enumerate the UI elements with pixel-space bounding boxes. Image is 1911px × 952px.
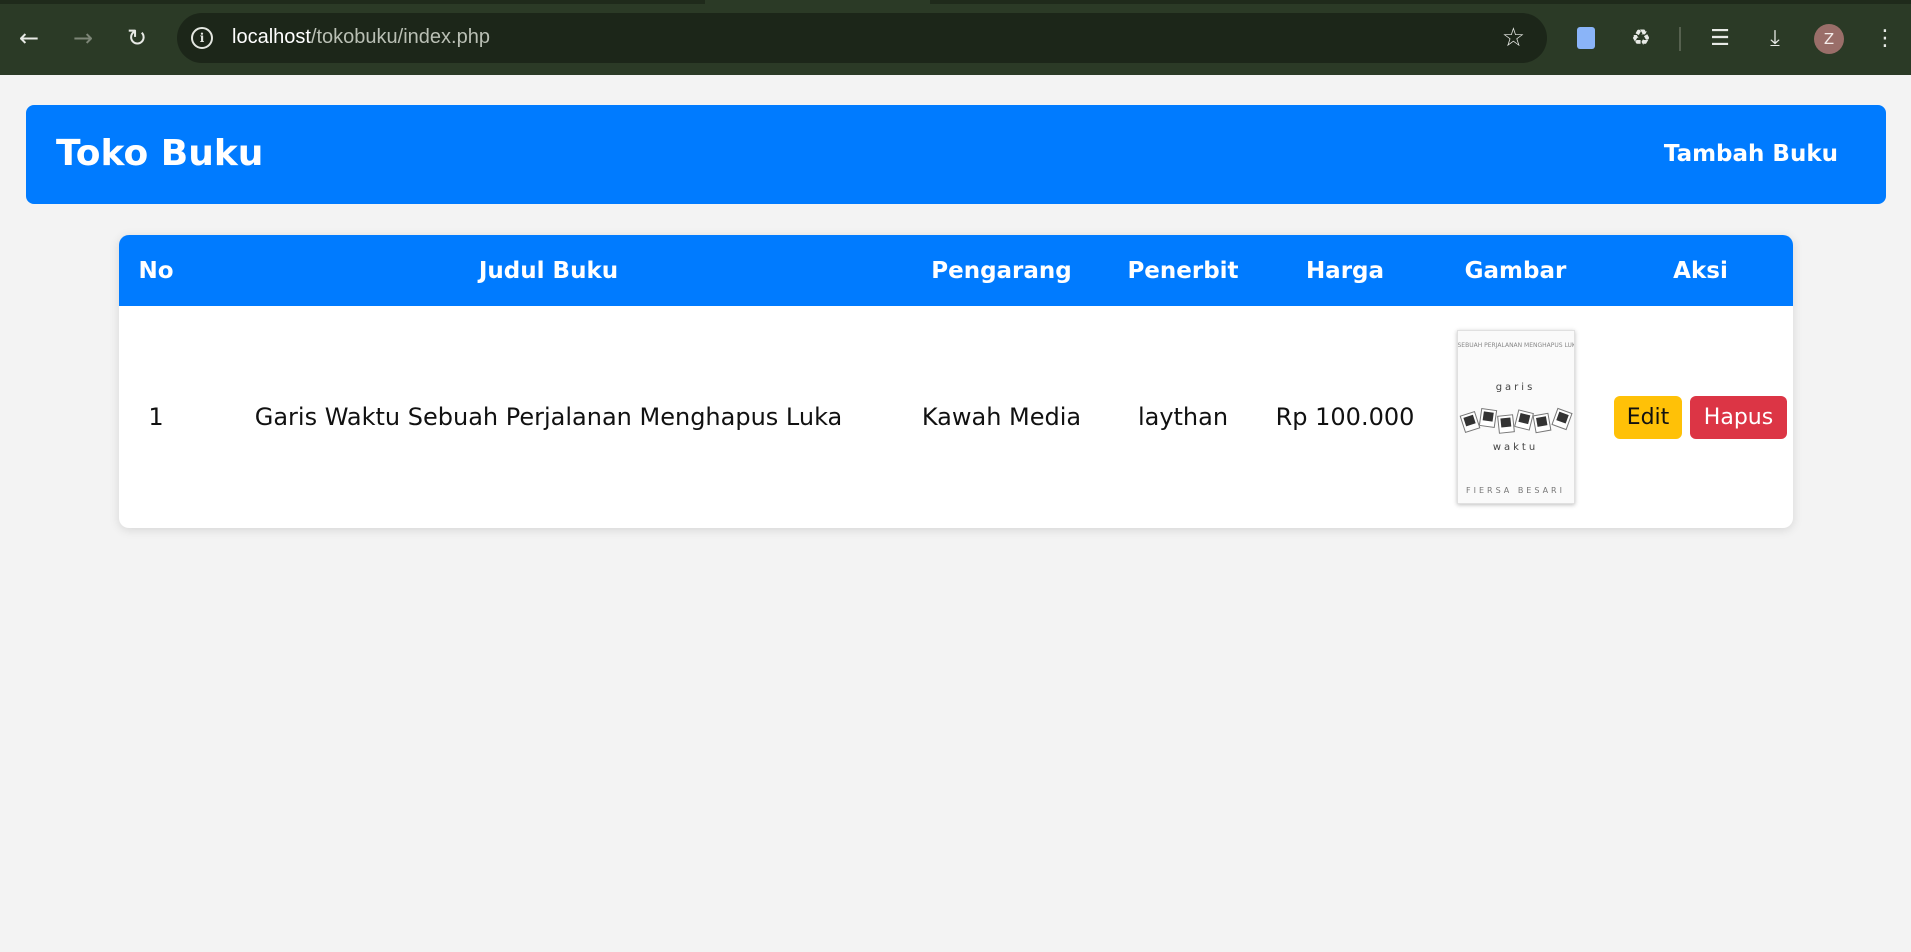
media-playlist-icon[interactable]: ☰ bbox=[1703, 21, 1737, 55]
cell-harga: Rp 100.000 bbox=[1275, 403, 1415, 431]
profile-avatar[interactable]: Z bbox=[1814, 24, 1844, 54]
cell-penerbit: laythan bbox=[1137, 403, 1229, 431]
column-header-aksi: Aksi bbox=[1673, 257, 1728, 284]
column-header-pengarang: Pengarang bbox=[931, 257, 1072, 284]
cover-word-1: garis bbox=[1495, 382, 1536, 393]
book-cover-image: SEBUAH PERJALANAN MENGHAPUS LUKA garis w… bbox=[1456, 330, 1575, 504]
column-header-harga: Harga bbox=[1305, 257, 1385, 284]
cover-word-2: waktu bbox=[1492, 442, 1539, 453]
site-title: Toko Buku bbox=[56, 133, 264, 174]
toolbar-divider bbox=[1679, 27, 1681, 51]
add-book-link[interactable]: Tambah Buku bbox=[1664, 141, 1838, 167]
reload-icon[interactable]: ↻ bbox=[120, 21, 154, 55]
cell-aksi: Edit Hapus bbox=[1608, 306, 1793, 528]
cover-photos bbox=[1458, 405, 1574, 437]
menu-kebab-icon[interactable]: ⋮ bbox=[1868, 21, 1902, 55]
cover-author: FIERSA BESARI bbox=[1466, 486, 1565, 495]
cell-no: 1 bbox=[148, 403, 164, 431]
download-icon[interactable]: ⤓ bbox=[1758, 21, 1792, 55]
cover-top-text: SEBUAH PERJALANAN MENGHAPUS LUKA bbox=[1457, 342, 1575, 349]
url-text[interactable]: localhost/tokobuku/index.php bbox=[232, 26, 490, 49]
tab-strip bbox=[0, 0, 1911, 4]
books-table: No Judul Buku Pengarang Penerbit Harga G… bbox=[119, 235, 1793, 528]
cell-pengarang: Kawah Media bbox=[921, 403, 1082, 431]
edit-button[interactable]: Edit bbox=[1614, 395, 1682, 439]
extensions-puzzle-icon[interactable]: ♻ bbox=[1624, 21, 1658, 55]
address-bar[interactable]: i localhost/tokobuku/index.php ☆ bbox=[177, 13, 1547, 63]
url-path: /tokobuku/index.php bbox=[310, 26, 490, 48]
site-info-icon[interactable]: i bbox=[191, 27, 213, 49]
url-host: localhost bbox=[232, 26, 311, 48]
delete-button[interactable]: Hapus bbox=[1690, 395, 1787, 439]
column-header-judul: Judul Buku bbox=[478, 257, 619, 284]
browser-toolbar: ← → ↻ i localhost/tokobuku/index.php ☆ ♻… bbox=[0, 0, 1911, 75]
column-header-penerbit: Penerbit bbox=[1127, 257, 1239, 284]
bookmark-star-icon[interactable]: ☆ bbox=[1502, 23, 1525, 53]
docs-extension-icon[interactable] bbox=[1569, 21, 1603, 55]
active-tab[interactable] bbox=[705, 0, 930, 4]
forward-icon[interactable]: → bbox=[66, 21, 100, 55]
site-header: Toko Buku Tambah Buku bbox=[26, 105, 1886, 204]
cell-judul: Garis Waktu Sebuah Perjalanan Menghapus … bbox=[254, 403, 843, 431]
back-icon[interactable]: ← bbox=[12, 21, 46, 55]
table-row: 1 Garis Waktu Sebuah Perjalanan Menghapu… bbox=[119, 306, 1793, 528]
column-header-no: No bbox=[138, 257, 174, 284]
column-header-gambar: Gambar bbox=[1464, 257, 1567, 284]
table-header-row: No Judul Buku Pengarang Penerbit Harga G… bbox=[119, 235, 1793, 306]
cell-gambar: SEBUAH PERJALANAN MENGHAPUS LUKA garis w… bbox=[1423, 306, 1608, 528]
